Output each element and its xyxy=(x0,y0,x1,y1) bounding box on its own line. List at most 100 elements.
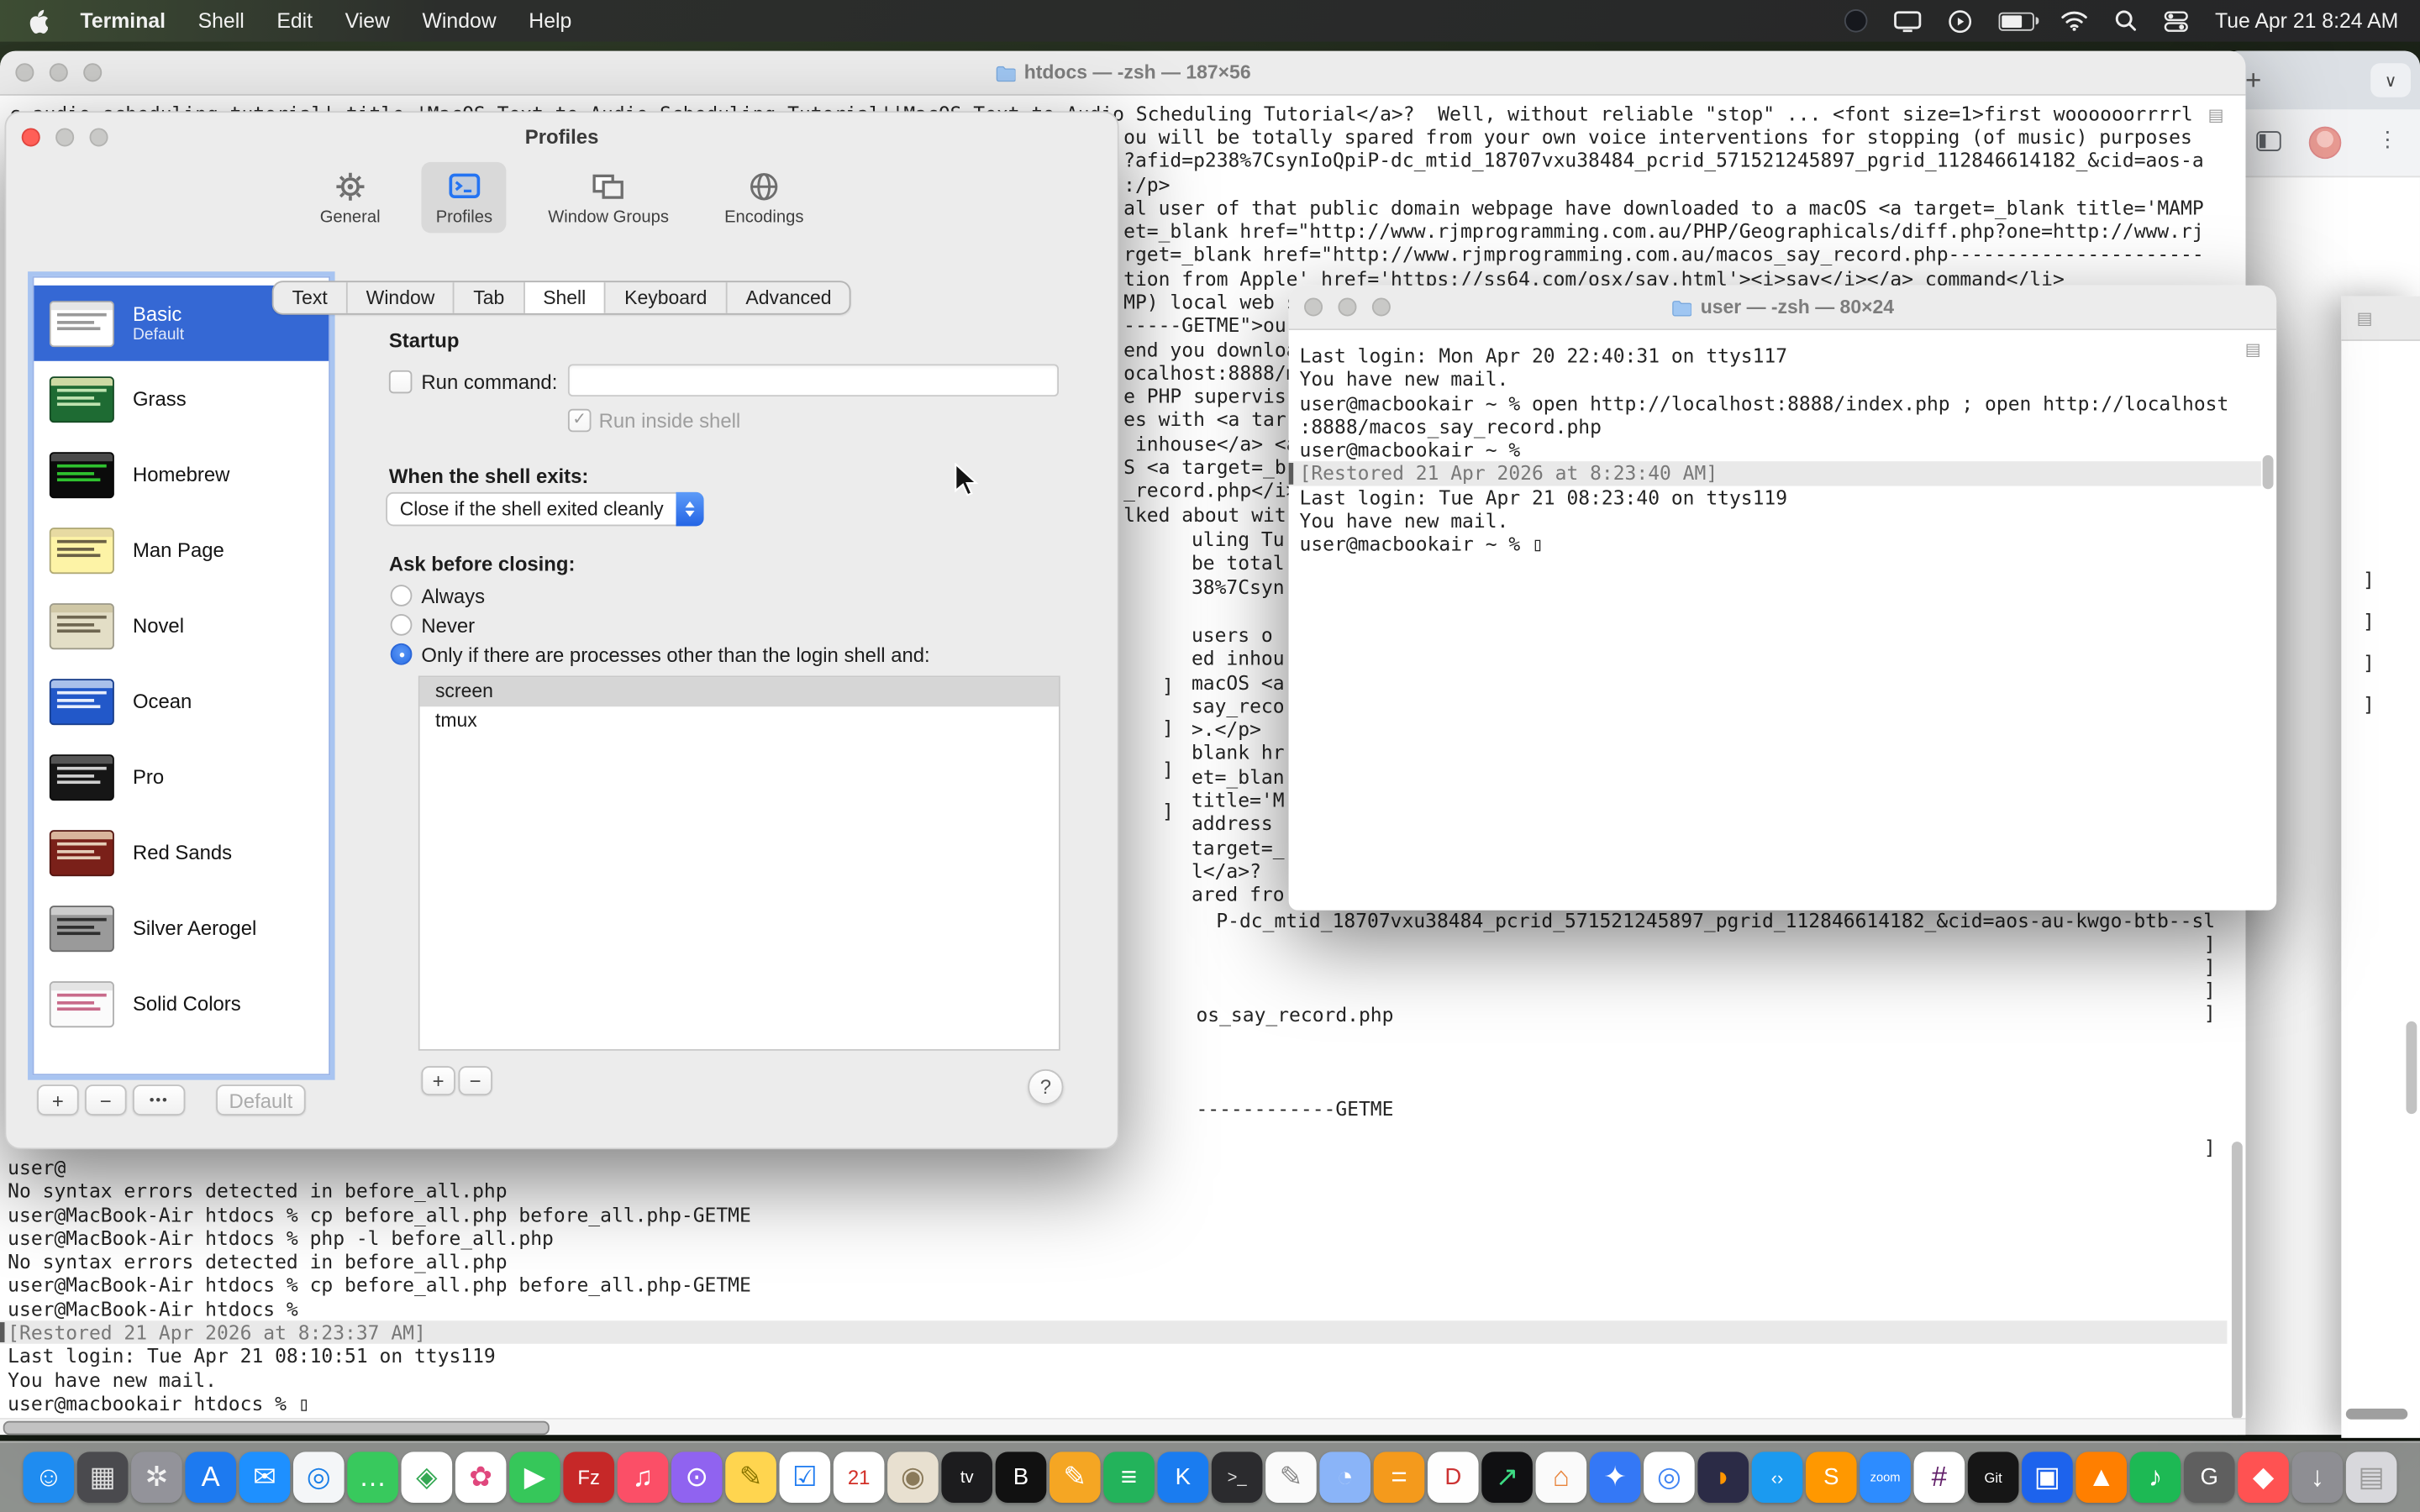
dock-item-calculator[interactable]: = xyxy=(1374,1452,1425,1503)
radio-only-if[interactable] xyxy=(391,643,413,665)
dock-item-pages[interactable]: ✎ xyxy=(1050,1452,1101,1503)
tab-overview-button[interactable]: ∨ xyxy=(2370,63,2411,97)
tab[interactable]: Keyboard xyxy=(606,282,727,313)
run-inside-shell-checkbox[interactable]: ✓ xyxy=(568,409,592,433)
profile-row-silver-aerogel[interactable]: Silver Aerogel xyxy=(34,890,329,966)
dock-item-mail[interactable]: ✉ xyxy=(239,1452,291,1503)
hscrollbar-thumb[interactable] xyxy=(3,1421,550,1436)
profile-row-ocean[interactable]: Ocean xyxy=(34,664,329,739)
dock-item-trash[interactable]: ▤ xyxy=(2346,1452,2397,1503)
radio-never[interactable] xyxy=(391,614,413,636)
toolbar-item-window-groups[interactable]: Window Groups xyxy=(534,162,683,233)
dock-item-docker[interactable]: ▣ xyxy=(2022,1452,2073,1503)
display-icon[interactable] xyxy=(1894,10,1922,32)
dock-item-zoom[interactable]: zoom xyxy=(1860,1452,1911,1503)
dock-item-numbers[interactable]: ≡ xyxy=(1103,1452,1155,1503)
dock-item-vscode[interactable]: ‹› xyxy=(1752,1452,1803,1503)
dock-item-app-store[interactable]: A xyxy=(185,1452,236,1503)
toolbar-item-encodings[interactable]: Encodings xyxy=(711,162,818,233)
minimize-button[interactable] xyxy=(50,63,68,81)
toolbar-item-general[interactable]: General xyxy=(306,162,394,233)
process-list-item[interactable]: tmux xyxy=(420,706,1059,736)
dock-item-preview[interactable]: ◔ xyxy=(1319,1452,1370,1503)
menu-help[interactable]: Help xyxy=(529,9,571,33)
dock-item-photos[interactable]: ✿ xyxy=(455,1452,507,1503)
dock-item-chrome[interactable]: ◎ xyxy=(1644,1452,1695,1503)
sidebar-icon[interactable] xyxy=(2256,131,2281,151)
run-command-field[interactable] xyxy=(568,364,1059,396)
help-button[interactable]: ? xyxy=(1028,1069,1063,1105)
app-menu-terminal[interactable]: Terminal xyxy=(81,9,166,33)
dock-item-sublime[interactable]: S xyxy=(1806,1452,1857,1503)
user-titlebar[interactable]: user — -zsh — 80×24 xyxy=(1289,286,2277,330)
tab[interactable]: Shell xyxy=(524,282,606,313)
menu-edit[interactable]: Edit xyxy=(276,9,313,33)
dock-item-home[interactable]: ⌂ xyxy=(1536,1452,1587,1503)
search-icon[interactable] xyxy=(2115,9,2139,33)
htdocs-hscrollbar[interactable] xyxy=(0,1418,2245,1435)
dock-item-safari[interactable]: ◎ xyxy=(293,1452,345,1503)
zoom-button[interactable] xyxy=(83,63,102,81)
dock-item-dictionary[interactable]: D xyxy=(1428,1452,1479,1503)
process-list-item[interactable]: screen xyxy=(420,677,1059,706)
dock-item-stocks[interactable]: ↗ xyxy=(1481,1452,1533,1503)
run-command-checkbox[interactable] xyxy=(389,370,413,394)
dock-item-music[interactable]: ♫ xyxy=(618,1452,669,1503)
dock-item-calendar[interactable]: 21 xyxy=(834,1452,885,1503)
dock-item-slack[interactable]: # xyxy=(1914,1452,1965,1503)
user-vscrollbar[interactable] xyxy=(2263,455,2274,489)
menu-shell[interactable]: Shell xyxy=(198,9,245,33)
apple-menu[interactable] xyxy=(28,8,48,33)
add-process-button[interactable]: + xyxy=(421,1066,455,1095)
dock-item-reminders[interactable]: ☑ xyxy=(780,1452,831,1503)
battery-icon[interactable] xyxy=(1999,12,2034,30)
wifi-icon[interactable] xyxy=(2060,11,2088,31)
dock-item-launchpad[interactable]: ▦ xyxy=(77,1452,129,1503)
menu-window[interactable]: Window xyxy=(423,9,497,33)
toolbar-item-profiles[interactable]: Profiles xyxy=(422,162,506,233)
profile-row-red-sands[interactable]: Red Sands xyxy=(34,815,329,890)
status-app-icon[interactable] xyxy=(1844,9,1868,33)
profile-row-grass[interactable]: Grass xyxy=(34,361,329,437)
add-profile-button[interactable]: + xyxy=(37,1084,79,1116)
playback-icon[interactable] xyxy=(1948,8,1972,33)
browser-menu-icon[interactable]: ⋮ xyxy=(2377,127,2399,153)
dock-item-shortcuts[interactable]: ✦ xyxy=(1590,1452,1641,1503)
tab[interactable]: Advanced xyxy=(727,282,850,313)
minimize-button[interactable] xyxy=(1338,297,1356,316)
profile-row-solid-colors[interactable]: Solid Colors xyxy=(34,966,329,1042)
dock-item-downloads[interactable]: ↓ xyxy=(2292,1452,2344,1503)
dock-item-filezilla[interactable]: Fz xyxy=(563,1452,614,1503)
profile-row-novel[interactable]: Novel xyxy=(34,588,329,664)
dock-item-podcasts[interactable]: ⊙ xyxy=(671,1452,723,1503)
htdocs-titlebar[interactable]: htdocs — -zsh — 187×56 xyxy=(0,51,2245,96)
dock-item-github[interactable]: Git xyxy=(1968,1452,2019,1503)
dock-item-terminal[interactable]: >_ xyxy=(1212,1452,1263,1503)
dock-item-spotify[interactable]: ♪ xyxy=(2130,1452,2181,1503)
radio-always[interactable] xyxy=(391,585,413,606)
htdocs-vscrollbar[interactable] xyxy=(2232,1142,2243,1420)
dock-item-keka[interactable]: ◆ xyxy=(2238,1452,2289,1503)
dock-item-maps[interactable]: ◈ xyxy=(402,1452,453,1503)
remove-process-button[interactable]: − xyxy=(459,1066,492,1095)
profile-row-man-page[interactable]: Man Page xyxy=(34,512,329,588)
menu-bar-clock[interactable]: Tue Apr 21 8:24 AM xyxy=(2215,9,2398,33)
dock-item-messages[interactable]: … xyxy=(347,1452,398,1503)
shell-exit-popup[interactable]: Close if the shell exited cleanly xyxy=(386,492,703,526)
close-button[interactable] xyxy=(1304,297,1323,316)
dock-item-b-app[interactable]: B xyxy=(996,1452,1047,1503)
default-button[interactable]: Default xyxy=(216,1084,306,1116)
tab[interactable]: Text xyxy=(274,282,348,313)
tab[interactable]: Tab xyxy=(455,282,524,313)
dock-item-settings[interactable]: ✲ xyxy=(131,1452,182,1503)
control-center-icon[interactable] xyxy=(2164,10,2188,32)
strip-hscrollbar[interactable] xyxy=(2346,1409,2407,1420)
dock-item-textedit[interactable]: ✎ xyxy=(1265,1452,1317,1503)
close-button[interactable] xyxy=(15,63,34,81)
dock-item-facetime[interactable]: ▶ xyxy=(509,1452,560,1503)
zoom-button[interactable] xyxy=(1372,297,1391,316)
menu-view[interactable]: View xyxy=(345,9,390,33)
dock-item-finder[interactable]: ☺ xyxy=(24,1452,75,1503)
remove-profile-button[interactable]: − xyxy=(85,1084,127,1116)
profile-row-pro[interactable]: Pro xyxy=(34,739,329,815)
